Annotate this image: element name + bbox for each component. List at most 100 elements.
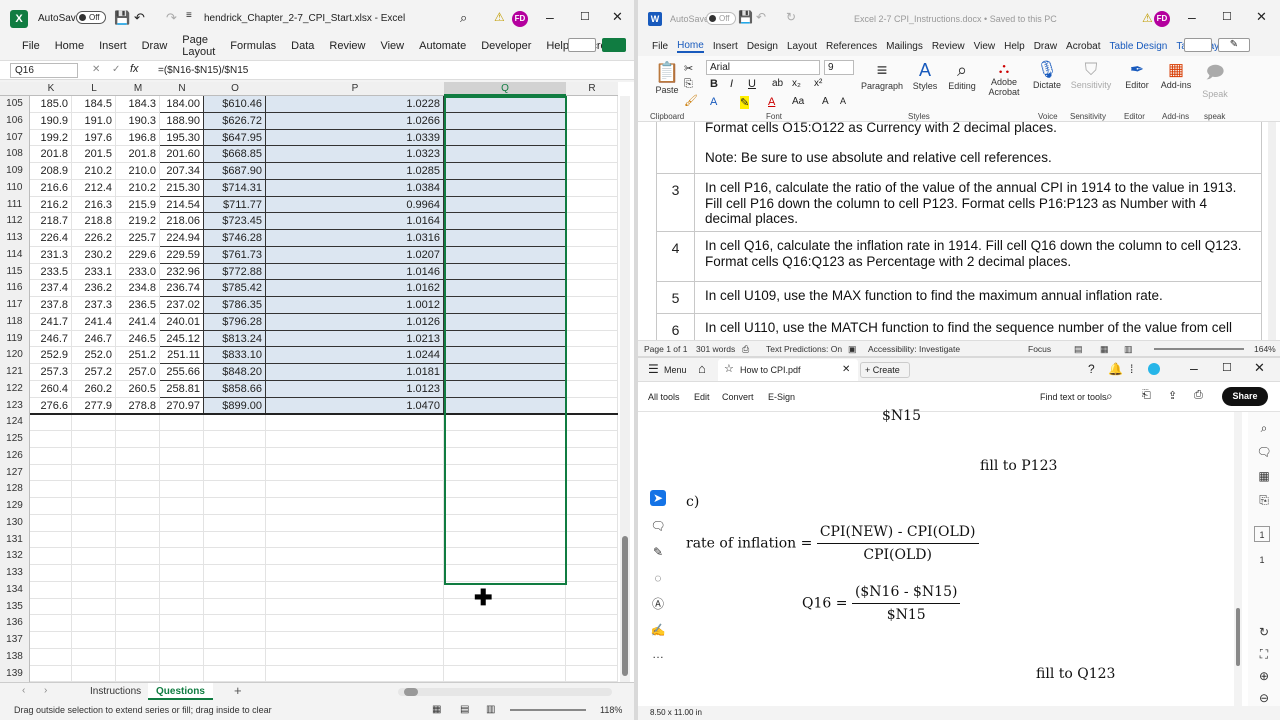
maximize-icon[interactable]: ☐ <box>580 10 590 23</box>
table-cell[interactable] <box>30 464 72 482</box>
pen-icon[interactable]: ✎ <box>650 544 666 560</box>
table-cell[interactable] <box>204 581 266 599</box>
menu-item[interactable]: Formulas <box>230 40 276 52</box>
table-cell[interactable]: 246.7 <box>72 330 116 348</box>
table-cell[interactable]: 216.3 <box>72 196 116 214</box>
table-cell[interactable] <box>566 481 618 498</box>
document-tab[interactable]: ☆ How to CPI.pdf ✕ <box>718 359 858 381</box>
table-cell[interactable] <box>204 431 266 448</box>
rotate-icon[interactable]: ↻ <box>1256 624 1272 640</box>
font-name-select[interactable]: Arial <box>706 60 820 75</box>
table-cell[interactable]: 245.12 <box>160 330 204 348</box>
table-cell[interactable] <box>72 598 116 616</box>
table-cell[interactable]: 231.3 <box>30 246 72 264</box>
table-cell[interactable] <box>72 565 116 582</box>
bell-icon[interactable]: 🔔 <box>1108 362 1123 376</box>
menu-item[interactable]: Acrobat <box>1066 41 1100 52</box>
table-cell[interactable] <box>266 632 444 649</box>
menu-item[interactable]: Data <box>291 40 314 52</box>
table-cell[interactable] <box>116 665 160 683</box>
table-cell[interactable] <box>266 615 444 632</box>
table-cell[interactable]: 1.0164 <box>266 213 444 230</box>
zoom-level[interactable]: 118% <box>600 700 622 720</box>
autosave-toggle[interactable]: Off <box>706 12 736 25</box>
table-cell[interactable] <box>116 414 160 431</box>
table-cell[interactable] <box>160 665 204 683</box>
fx-icon[interactable]: fx <box>130 63 139 75</box>
avatar[interactable]: FD <box>1154 11 1170 27</box>
table-cell[interactable] <box>566 431 618 448</box>
share-button[interactable]: Share <box>1222 387 1268 406</box>
row-header[interactable]: 123 <box>0 397 30 415</box>
superscript-icon[interactable]: x² <box>814 78 822 89</box>
column-header[interactable]: R <box>566 82 618 96</box>
table-cell[interactable]: 233.1 <box>72 263 116 281</box>
menu-item[interactable]: Design <box>747 41 778 52</box>
table-cell[interactable] <box>566 397 618 415</box>
styles-button[interactable]: A Styles <box>910 60 940 91</box>
table-cell[interactable] <box>72 632 116 649</box>
row-header[interactable]: 121 <box>0 364 30 381</box>
spreadsheet-grid[interactable]: K L M N O P Q R 105 185.0 184.5 184.3 184.00 $610.46 1… <box>0 82 634 683</box>
avatar[interactable]: FD <box>512 11 528 27</box>
table-cell[interactable] <box>566 380 618 398</box>
comment-icon[interactable]: 🗨 <box>1256 444 1272 460</box>
table-cell[interactable]: 185.0 <box>30 96 72 113</box>
table-cell[interactable] <box>266 581 444 599</box>
table-cell[interactable]: 1.0012 <box>266 297 444 314</box>
table-cell[interactable]: $761.73 <box>204 246 266 264</box>
table-cell[interactable]: 1.0244 <box>266 347 444 364</box>
print-icon[interactable]: ⎙ <box>1194 389 1203 402</box>
table-cell[interactable]: 241.4 <box>72 313 116 331</box>
table-cell[interactable]: 201.8 <box>116 146 160 163</box>
table-cell[interactable]: $647.95 <box>204 129 266 147</box>
column-header[interactable]: N <box>160 82 204 96</box>
table-cell[interactable]: 215.9 <box>116 196 160 214</box>
table-cell[interactable]: 216.6 <box>30 179 72 197</box>
table-cell[interactable]: 226.4 <box>30 230 72 247</box>
table-cell[interactable]: 252.9 <box>30 347 72 364</box>
name-box[interactable]: Q16 <box>10 63 78 78</box>
table-cell[interactable] <box>204 565 266 582</box>
table-cell[interactable]: 201.5 <box>72 146 116 163</box>
row-header[interactable]: 138 <box>0 648 30 666</box>
format-painter-icon[interactable]: 🖌 <box>684 94 698 107</box>
autosave-toggle[interactable]: Off <box>76 11 106 24</box>
table-cell[interactable] <box>72 498 116 515</box>
maximize-icon[interactable]: ☐ <box>1222 361 1232 374</box>
menu-item[interactable]: Developer <box>481 40 531 52</box>
table-cell[interactable]: 236.5 <box>116 297 160 314</box>
table-cell[interactable]: 201.8 <box>30 146 72 163</box>
row-header[interactable]: 111 <box>0 196 30 214</box>
table-cell[interactable]: 224.94 <box>160 230 204 247</box>
add-sheet-icon[interactable]: + <box>234 683 242 698</box>
table-cell[interactable] <box>566 464 618 482</box>
menu-item[interactable]: Table Design <box>1110 41 1168 52</box>
redo-icon[interactable]: ↻ <box>786 10 796 24</box>
row-header[interactable]: 134 <box>0 581 30 599</box>
menu-item[interactable]: View <box>380 40 404 52</box>
table-cell[interactable] <box>266 498 444 515</box>
table-cell[interactable] <box>266 431 444 448</box>
menu-item[interactable]: Layout <box>787 41 817 52</box>
table-cell[interactable]: 246.7 <box>30 330 72 348</box>
table-cell[interactable] <box>204 548 266 565</box>
table-cell[interactable] <box>116 548 160 565</box>
vertical-scrollbar[interactable] <box>620 96 630 682</box>
table-cell[interactable]: 236.2 <box>72 280 116 297</box>
sensitivity-button[interactable]: ⛉ Sensitivity <box>1066 60 1116 90</box>
table-cell[interactable] <box>72 481 116 498</box>
table-cell[interactable] <box>72 615 116 632</box>
table-cell[interactable]: 257.2 <box>72 364 116 381</box>
table-cell[interactable] <box>204 531 266 549</box>
table-cell[interactable]: 252.0 <box>72 347 116 364</box>
table-cell[interactable] <box>116 447 160 465</box>
table-cell[interactable] <box>204 598 266 616</box>
row-header[interactable]: 130 <box>0 514 30 532</box>
table-cell[interactable]: 216.2 <box>30 196 72 214</box>
row-header[interactable]: 106 <box>0 112 30 130</box>
accessibility-status[interactable]: Accessibility: Investigate <box>868 341 960 356</box>
table-cell[interactable] <box>566 364 618 381</box>
text-effects-icon[interactable]: A <box>710 96 717 108</box>
share-button[interactable] <box>602 38 626 52</box>
